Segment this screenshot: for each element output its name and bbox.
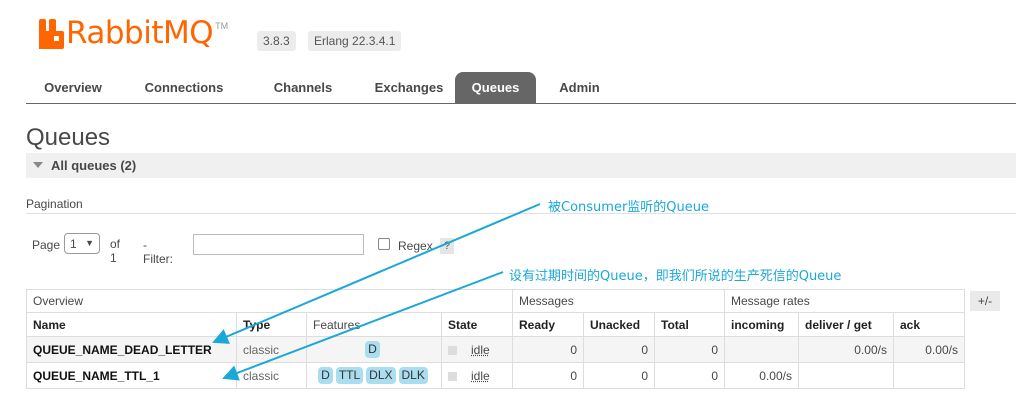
annotation-arrow-2 (222, 271, 504, 381)
annotation-arrow-1 (212, 203, 541, 344)
annotation-consumer-queue: 被Consumer监听的Queue (548, 200, 709, 215)
annotation-ttl-queue: 设有过期时间的Queue，即我们所说的生产死信的Queue (509, 269, 842, 284)
annotation-arrows (212, 203, 541, 381)
